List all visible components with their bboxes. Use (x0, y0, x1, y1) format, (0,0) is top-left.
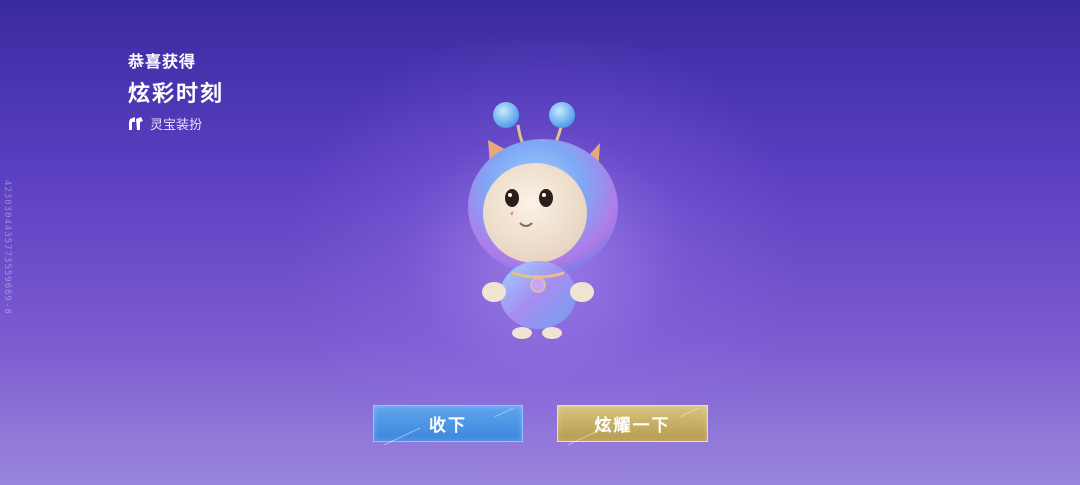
costume-icon (129, 116, 143, 130)
reward-screen: 4230304435773559669-8 恭喜获得 炫彩时刻 灵宝装扮 收下 … (0, 0, 1080, 485)
pet-body (500, 261, 576, 329)
button-decoration (494, 407, 514, 418)
show-off-button[interactable]: 炫耀一下 (557, 405, 708, 446)
item-name: 炫彩时刻 (128, 82, 225, 107)
button-decoration (383, 427, 421, 446)
button-decoration (679, 407, 699, 418)
reward-header: 恭喜获得 炫彩时刻 灵宝装扮 (128, 48, 224, 133)
item-category: 灵宝装扮 (128, 114, 224, 133)
antenna-ball-right (549, 102, 575, 128)
accept-button-label: 收下 (429, 416, 467, 436)
antenna-ball-left (493, 102, 519, 128)
show-off-button-label: 炫耀一下 (594, 416, 671, 436)
accept-button[interactable]: 收下 (373, 405, 523, 446)
item-category-label: 灵宝装扮 (150, 118, 203, 133)
congrats-label: 恭喜获得 (128, 52, 197, 71)
face (483, 163, 587, 263)
pet-figure (468, 102, 618, 339)
side-id-text: 4230304435773559669-8 (2, 180, 12, 315)
button-decoration (567, 427, 605, 446)
